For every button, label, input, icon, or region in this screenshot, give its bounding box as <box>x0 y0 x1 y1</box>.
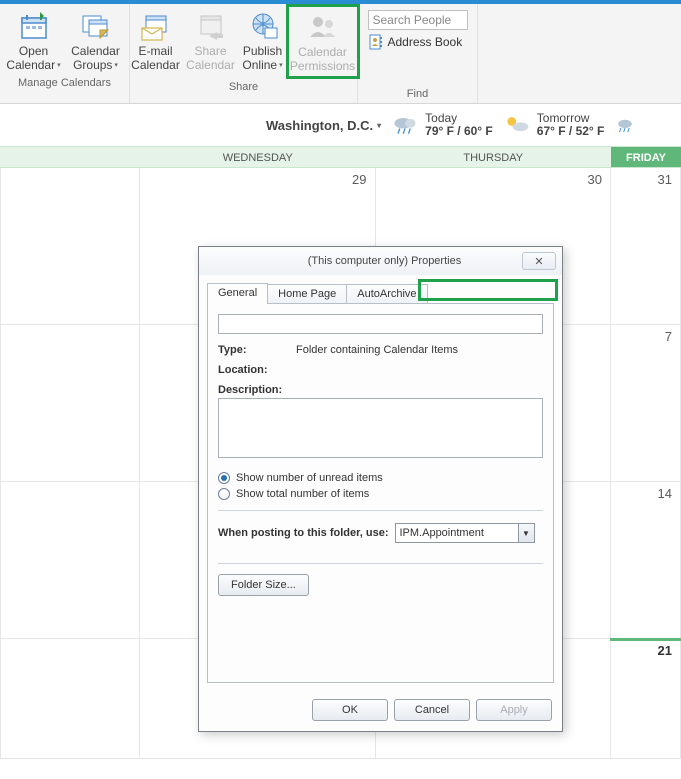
tab-general[interactable]: General <box>207 283 268 304</box>
calendar-permissions-button: Calendar Permissions <box>286 4 360 79</box>
weather-location[interactable]: Washington, D.C. ▾ <box>266 118 381 133</box>
radio-icon <box>218 472 230 484</box>
weather-today-temp: 79° F / 60° F <box>425 124 493 138</box>
location-label: Location: <box>218 364 288 376</box>
calendar-permissions-icon <box>307 11 339 43</box>
calendar-cell[interactable] <box>0 482 140 639</box>
group-share-label: Share <box>229 79 258 96</box>
dialog-tabs: General Home Page AutoArchive <box>207 281 554 303</box>
rain-cloud-icon <box>391 114 419 136</box>
tab-home-page[interactable]: Home Page <box>267 284 347 304</box>
date-number: 21 <box>658 643 672 658</box>
description-input[interactable] <box>218 398 543 458</box>
email-calendar-button[interactable]: E-mail Calendar <box>128 6 184 79</box>
dialog-title: (This computer only) Properties <box>207 255 522 267</box>
tab-autoarchive[interactable]: AutoArchive <box>346 284 427 304</box>
close-button[interactable]: ✕ <box>522 252 556 270</box>
date-number: 29 <box>352 172 366 187</box>
cancel-button[interactable]: Cancel <box>394 699 470 721</box>
calendar-cell[interactable] <box>0 639 140 759</box>
calendar-groups-label: Calendar Groups <box>71 44 120 72</box>
address-book-icon <box>368 34 384 50</box>
group-find-label: Find <box>407 86 428 103</box>
tab-panel-general: Type: Folder containing Calendar Items L… <box>207 303 554 683</box>
date-number: 7 <box>665 329 672 344</box>
type-value: Folder containing Calendar Items <box>296 344 458 356</box>
day-header-fri: FRIDAY <box>611 147 681 167</box>
radio-unread-items[interactable]: Show number of unread items <box>218 472 543 484</box>
address-book-label: Address Book <box>388 35 463 49</box>
weather-bar: Washington, D.C. ▾ Today 79° F / 60° F T… <box>260 104 681 146</box>
day-header <box>0 147 140 167</box>
day-header-wed: WEDNESDAY <box>140 147 376 167</box>
date-number: 30 <box>588 172 602 187</box>
dropdown-icon: ▼ <box>518 524 534 542</box>
weather-tomorrow: Tomorrow 67° F / 52° F <box>503 112 605 138</box>
email-calendar-icon <box>140 10 172 42</box>
dropdown-icon: ▾ <box>279 62 283 69</box>
calendar-permissions-label: Calendar Permissions <box>290 45 355 74</box>
share-calendar-icon <box>195 10 227 42</box>
dropdown-icon: ▾ <box>57 62 61 69</box>
weather-tomorrow-temp: 67° F / 52° F <box>537 124 605 138</box>
calendar-cell[interactable]: 14 <box>611 482 681 639</box>
description-label: Description: <box>218 384 282 396</box>
ok-button[interactable]: OK <box>312 699 388 721</box>
date-number: 14 <box>658 486 672 501</box>
folder-name-input[interactable] <box>218 314 543 334</box>
date-number: 31 <box>658 172 672 187</box>
calendar-cell[interactable]: 21 <box>611 639 681 759</box>
posting-value: IPM.Appointment <box>396 524 518 542</box>
share-calendar-button: Share Calendar <box>184 6 238 79</box>
weather-location-label: Washington, D.C. <box>266 118 373 133</box>
day-header-row: WEDNESDAY THURSDAY FRIDAY <box>0 146 681 168</box>
radio-unread-label: Show number of unread items <box>236 472 383 484</box>
weather-today: Today 79° F / 60° F <box>391 112 493 138</box>
partly-cloudy-icon <box>503 114 531 136</box>
posting-form-select[interactable]: IPM.Appointment ▼ <box>395 523 535 543</box>
group-manage-label: Manage Calendars <box>18 75 111 92</box>
folder-size-button[interactable]: Folder Size... <box>218 574 309 596</box>
type-label: Type: <box>218 344 288 356</box>
search-people-input[interactable]: Search People <box>368 10 468 30</box>
apply-button: Apply <box>476 699 552 721</box>
radio-total-items[interactable]: Show total number of items <box>218 488 543 500</box>
day-header-thu: THURSDAY <box>376 147 612 167</box>
radio-total-label: Show total number of items <box>236 488 369 500</box>
share-calendar-label: Share Calendar <box>186 44 235 73</box>
ribbon: Open Calendar▾ Calendar Groups▾ Manage C… <box>0 4 681 104</box>
radio-icon <box>218 488 230 500</box>
calendar-groups-button[interactable]: Calendar Groups▾ <box>65 6 127 75</box>
address-book-button[interactable]: Address Book <box>368 32 468 52</box>
open-calendar-button[interactable]: Open Calendar▾ <box>3 6 65 75</box>
publish-online-label: Publish Online <box>242 44 282 72</box>
rain-cloud-icon <box>614 117 636 134</box>
calendar-cell[interactable] <box>0 325 140 482</box>
open-calendar-label: Open Calendar <box>6 44 55 72</box>
open-calendar-icon <box>18 10 50 42</box>
dropdown-icon: ▾ <box>377 121 381 130</box>
email-calendar-label: E-mail Calendar <box>131 44 180 73</box>
posting-label: When posting to this folder, use: <box>218 527 389 539</box>
highlight-marker <box>418 279 558 301</box>
calendar-cell[interactable]: 31 <box>611 168 681 325</box>
close-icon: ✕ <box>534 255 543 268</box>
calendar-cell[interactable]: 7 <box>611 325 681 482</box>
dropdown-icon: ▾ <box>114 62 118 69</box>
properties-dialog: (This computer only) Properties ✕ Genera… <box>198 246 563 732</box>
calendar-cell[interactable] <box>0 168 140 325</box>
calendar-groups-icon <box>80 10 112 42</box>
publish-online-button[interactable]: Publish Online▾ <box>238 6 288 79</box>
publish-online-icon <box>247 10 279 42</box>
dialog-titlebar[interactable]: (This computer only) Properties ✕ <box>199 247 562 275</box>
